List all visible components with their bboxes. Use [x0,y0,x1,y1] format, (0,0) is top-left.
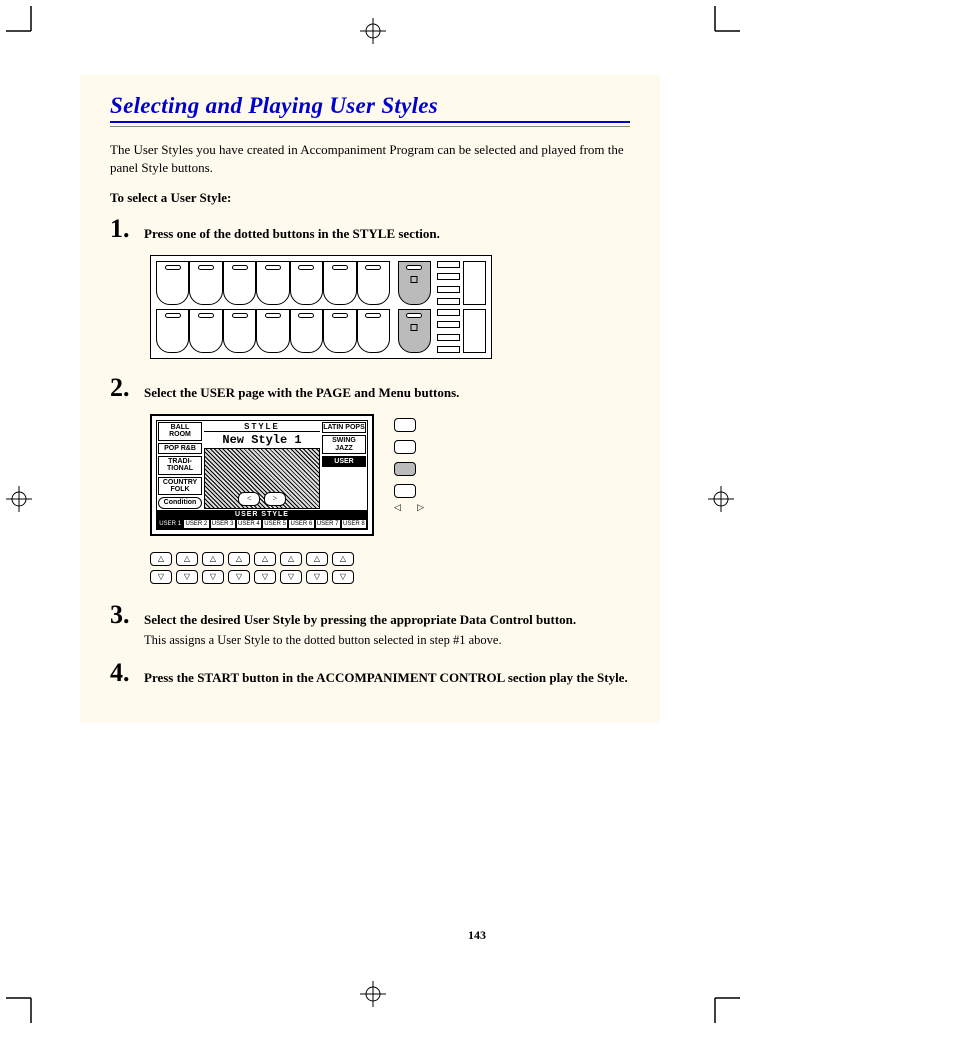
section-title: Selecting and Playing User Styles [110,93,630,119]
data-up-button[interactable]: △ [202,552,224,566]
title-rule-blue [110,121,630,123]
style-button[interactable] [290,309,323,353]
panel-slider[interactable] [463,261,486,305]
lcd-user-slot-8[interactable]: USER 8 [341,519,367,529]
figure-lcd-screen: BALL ROOM POP R&B TRADI- TIONAL COUNTRY … [150,414,630,536]
data-up-button[interactable]: △ [254,552,276,566]
lcd-frame: BALL ROOM POP R&B TRADI- TIONAL COUNTRY … [150,414,374,536]
lcd-user-slot-7[interactable]: USER 7 [315,519,341,529]
figure-style-panel [150,255,630,359]
lcd-user-slots: USER 1 USER 2 USER 3 USER 4 USER 5 USER … [157,519,367,529]
menu-buttons-column [394,414,424,498]
step-title: Press the START button in the ACCOMPANIM… [144,670,630,687]
style-button[interactable] [223,309,256,353]
step-number: 4. [110,660,144,687]
menu-button[interactable] [394,418,416,432]
lcd-current-style-name: New Style 1 [203,432,321,448]
menu-button-selected[interactable] [394,462,416,476]
style-button-dotted[interactable] [398,309,431,353]
step-number: 1. [110,216,144,243]
data-down-button[interactable]: ▽ [306,570,328,584]
style-button[interactable] [156,309,189,353]
data-down-button[interactable]: ▽ [150,570,172,584]
data-down-button[interactable]: ▽ [332,570,354,584]
data-up-button[interactable]: △ [176,552,198,566]
page-prev-icon[interactable]: ◁ [394,502,401,513]
step-title: Select the desired User Style by pressin… [144,612,630,629]
step-number: 2. [110,375,144,402]
step-title: Press one of the dotted buttons in the S… [144,226,630,243]
menu-button[interactable] [394,440,416,454]
data-up-button[interactable]: △ [228,552,250,566]
lcd-page-prev-icon[interactable]: < [238,492,260,506]
data-up-button[interactable]: △ [150,552,172,566]
step-2: 2. Select the USER page with the PAGE an… [110,375,630,402]
lcd-condition-button[interactable]: Condition [158,497,202,508]
data-down-button[interactable]: ▽ [176,570,198,584]
style-button[interactable] [256,309,289,353]
style-button[interactable] [323,309,356,353]
data-down-button[interactable]: ▽ [254,570,276,584]
data-control-buttons: △ △ △ △ △ △ △ △ ▽ ▽ ▽ ▽ ▽ ▽ ▽ ▽ [150,552,630,584]
style-button[interactable] [256,261,289,305]
style-button[interactable] [223,261,256,305]
data-up-button[interactable]: △ [280,552,302,566]
lcd-menu-pop-rnb[interactable]: POP R&B [158,443,202,454]
intro-paragraph: The User Styles you have created in Acco… [110,141,630,176]
lcd-menu-swing-jazz[interactable]: SWING JAZZ [322,435,366,454]
lcd-user-slot-1[interactable]: USER 1 [157,519,183,529]
lcd-title: STYLE [204,422,320,432]
style-button[interactable] [189,261,222,305]
page-next-icon[interactable]: ▷ [417,502,424,513]
style-button[interactable] [290,261,323,305]
lcd-menu-latin-pops[interactable]: LATIN POPS [322,422,366,433]
lcd-user-slot-4[interactable]: USER 4 [236,519,262,529]
style-button[interactable] [357,261,390,305]
lcd-page-next-icon[interactable]: > [264,492,286,506]
lcd-illustration: < > [204,448,320,509]
step-number: 3. [110,602,144,648]
lcd-menu-country-folk[interactable]: COUNTRY FOLK [158,477,202,496]
data-down-button[interactable]: ▽ [202,570,224,584]
step-4: 4. Press the START button in the ACCOMPA… [110,660,630,687]
data-down-button[interactable]: ▽ [280,570,302,584]
lcd-user-slot-5[interactable]: USER 5 [262,519,288,529]
panel-indicator-stack [437,309,460,353]
step-note: This assigns a User Style to the dotted … [144,633,630,648]
lcd-menu-user[interactable]: USER [322,456,366,467]
style-button[interactable] [156,261,189,305]
panel-slider[interactable] [463,309,486,353]
style-button[interactable] [189,309,222,353]
step-title: Select the USER page with the PAGE and M… [144,385,630,402]
lcd-user-slot-6[interactable]: USER 6 [288,519,314,529]
step-3: 3. Select the desired User Style by pres… [110,602,630,648]
lcd-menu-ballroom[interactable]: BALL ROOM [158,422,202,441]
data-up-button[interactable]: △ [332,552,354,566]
style-button[interactable] [357,309,390,353]
step-1: 1. Press one of the dotted buttons in th… [110,216,630,243]
procedure-subhead: To select a User Style: [110,190,630,206]
data-up-button[interactable]: △ [306,552,328,566]
page-content: Selecting and Playing User Styles The Us… [80,75,660,722]
menu-button[interactable] [394,484,416,498]
page-number: 143 [0,928,954,943]
style-button-dotted[interactable] [398,261,431,305]
data-down-button[interactable]: ▽ [228,570,250,584]
style-button[interactable] [323,261,356,305]
lcd-user-slot-2[interactable]: USER 2 [183,519,209,529]
lcd-menu-traditional[interactable]: TRADI- TIONAL [158,456,202,475]
panel-indicator-stack [437,261,460,305]
title-rule-grey [110,126,630,127]
lcd-user-slot-3[interactable]: USER 3 [210,519,236,529]
lcd-user-style-header: USER STYLE [157,510,367,519]
